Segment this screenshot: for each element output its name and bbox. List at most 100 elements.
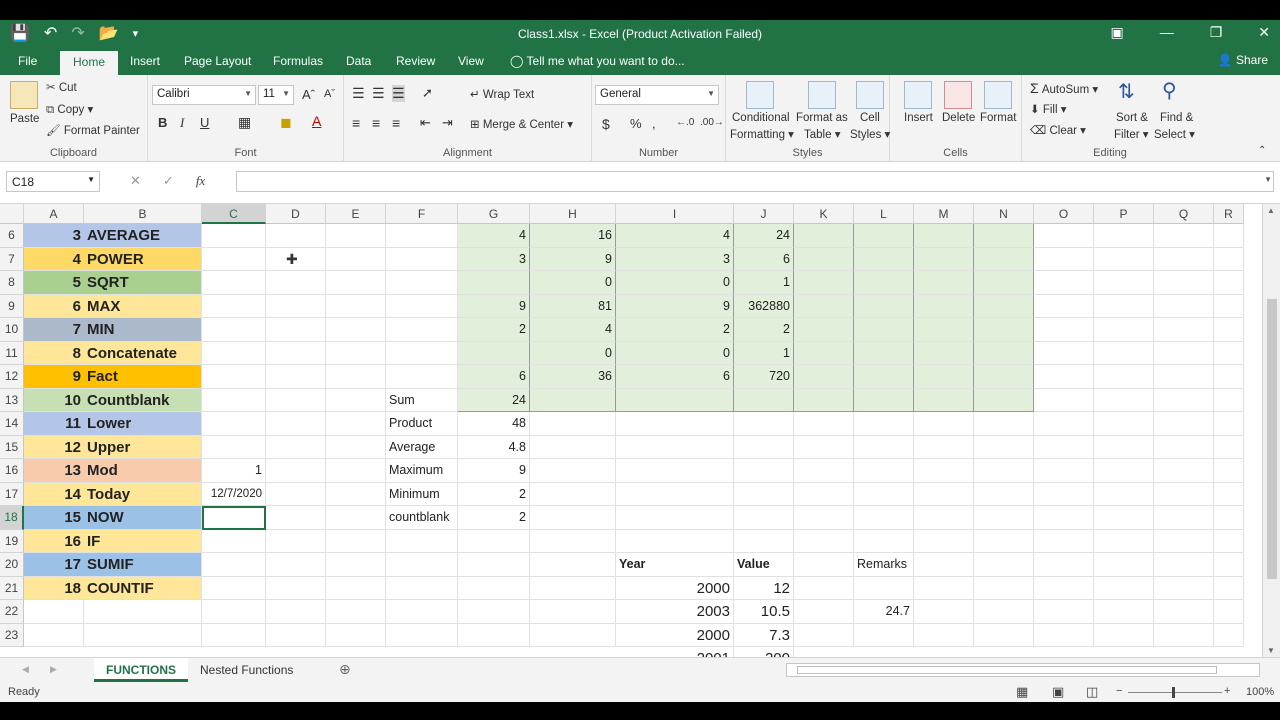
function-name[interactable]: SQRT bbox=[84, 271, 202, 295]
cell[interactable] bbox=[1094, 224, 1154, 248]
cell[interactable] bbox=[1214, 506, 1244, 530]
cell[interactable] bbox=[854, 318, 914, 342]
delete-button[interactable]: Delete bbox=[942, 112, 975, 124]
cell[interactable] bbox=[1214, 553, 1244, 577]
cell[interactable] bbox=[1034, 247, 1094, 271]
cell[interactable] bbox=[1154, 459, 1214, 483]
tab-home[interactable]: Home bbox=[60, 51, 119, 75]
cell[interactable] bbox=[326, 459, 386, 483]
cell[interactable] bbox=[386, 529, 458, 553]
cell[interactable] bbox=[202, 318, 266, 342]
cell[interactable] bbox=[974, 294, 1034, 318]
cell[interactable] bbox=[202, 600, 266, 624]
cell[interactable] bbox=[1154, 623, 1214, 647]
cell[interactable] bbox=[734, 412, 794, 436]
value-header[interactable]: Value bbox=[734, 553, 794, 577]
normal-view-icon[interactable]: ▦ bbox=[1016, 684, 1028, 700]
share-button[interactable]: 👤 Share bbox=[1218, 53, 1268, 67]
delete-cells-icon[interactable] bbox=[944, 81, 972, 109]
row-header-11[interactable]: 11 bbox=[0, 341, 24, 365]
cell[interactable] bbox=[1154, 318, 1214, 342]
cell[interactable] bbox=[794, 318, 854, 342]
cell[interactable] bbox=[386, 247, 458, 271]
cell[interactable] bbox=[326, 224, 386, 248]
cell[interactable] bbox=[530, 576, 616, 600]
cell[interactable] bbox=[974, 271, 1034, 295]
sheet-tab-nested-functions[interactable]: Nested Functions bbox=[188, 658, 305, 682]
format-as-table-icon[interactable] bbox=[808, 81, 836, 109]
cell[interactable] bbox=[1154, 600, 1214, 624]
cell[interactable] bbox=[914, 388, 974, 412]
cell[interactable] bbox=[1214, 224, 1244, 248]
zoom-in-icon[interactable]: + bbox=[1224, 685, 1230, 697]
horizontal-scroll-thumb[interactable] bbox=[797, 666, 1217, 674]
cell[interactable] bbox=[734, 435, 794, 459]
vertical-scroll-thumb[interactable] bbox=[1267, 299, 1277, 579]
prev-sheet-icon[interactable]: ◀ bbox=[22, 664, 29, 675]
cell[interactable] bbox=[914, 412, 974, 436]
function-number[interactable]: 17 bbox=[24, 553, 84, 577]
cell[interactable] bbox=[1154, 529, 1214, 553]
format-button[interactable]: Format bbox=[980, 112, 1016, 124]
row-header-22[interactable]: 22 bbox=[0, 600, 24, 624]
scroll-down-icon[interactable]: ▼ bbox=[1267, 646, 1275, 655]
cell[interactable] bbox=[202, 224, 266, 248]
cell[interactable] bbox=[854, 623, 914, 647]
year-cell[interactable]: 2003 bbox=[616, 600, 734, 624]
cell[interactable] bbox=[1214, 623, 1244, 647]
cell[interactable] bbox=[1154, 435, 1214, 459]
cell[interactable] bbox=[386, 318, 458, 342]
function-name[interactable]: Countblank bbox=[84, 388, 202, 412]
cell-label[interactable]: Cell bbox=[860, 112, 880, 124]
cell[interactable] bbox=[266, 623, 326, 647]
cell[interactable] bbox=[914, 482, 974, 506]
cell[interactable] bbox=[974, 224, 1034, 248]
row-header-23[interactable]: 23 bbox=[0, 623, 24, 647]
cell[interactable] bbox=[914, 294, 974, 318]
decrease-indent-icon[interactable]: ⇤ bbox=[420, 115, 431, 131]
cell[interactable] bbox=[530, 459, 616, 483]
cell[interactable] bbox=[266, 600, 326, 624]
function-name[interactable]: Concatenate bbox=[84, 341, 202, 365]
cell[interactable] bbox=[1214, 529, 1244, 553]
cell[interactable] bbox=[1094, 623, 1154, 647]
cell[interactable] bbox=[974, 365, 1034, 389]
cell[interactable] bbox=[1034, 623, 1094, 647]
page-break-view-icon[interactable]: ◫ bbox=[1086, 684, 1098, 700]
row-header-15[interactable]: 15 bbox=[0, 435, 24, 459]
insert-function-icon[interactable]: fx bbox=[196, 173, 205, 189]
format-painter-button[interactable]: 🖌 Format Painter bbox=[46, 123, 140, 137]
cell[interactable] bbox=[1214, 412, 1244, 436]
function-number[interactable]: 14 bbox=[24, 482, 84, 506]
cell[interactable] bbox=[386, 553, 458, 577]
cell[interactable] bbox=[530, 412, 616, 436]
table-value[interactable]: 3 bbox=[458, 247, 530, 271]
function-name[interactable]: MAX bbox=[84, 294, 202, 318]
cell[interactable] bbox=[1094, 318, 1154, 342]
cell[interactable] bbox=[326, 318, 386, 342]
cell[interactable] bbox=[794, 294, 854, 318]
cell[interactable] bbox=[326, 506, 386, 530]
row-header-8[interactable]: 8 bbox=[0, 271, 24, 295]
function-number[interactable]: 9 bbox=[24, 365, 84, 389]
cell[interactable] bbox=[1154, 294, 1214, 318]
cell[interactable] bbox=[326, 247, 386, 271]
cell[interactable] bbox=[1034, 412, 1094, 436]
cell[interactable] bbox=[266, 365, 326, 389]
mod-result[interactable]: 1 bbox=[202, 459, 266, 483]
name-box[interactable]: C18 ▼ bbox=[6, 171, 100, 192]
paste-button[interactable]: Paste bbox=[10, 113, 39, 125]
row-header-7[interactable]: 7 bbox=[0, 247, 24, 271]
table-value[interactable]: 0 bbox=[616, 271, 734, 295]
font-name-select[interactable]: Calibri ▼ bbox=[152, 85, 256, 105]
cell[interactable] bbox=[326, 365, 386, 389]
cell[interactable] bbox=[914, 365, 974, 389]
table-value[interactable]: 6 bbox=[616, 365, 734, 389]
value-cell[interactable]: 7.3 bbox=[734, 623, 794, 647]
cell[interactable] bbox=[202, 412, 266, 436]
table-value[interactable]: 0 bbox=[530, 271, 616, 295]
column-header-o[interactable]: O bbox=[1034, 204, 1094, 224]
function-name[interactable]: COUNTIF bbox=[84, 576, 202, 600]
row-header-10[interactable]: 10 bbox=[0, 318, 24, 342]
cell[interactable] bbox=[530, 482, 616, 506]
